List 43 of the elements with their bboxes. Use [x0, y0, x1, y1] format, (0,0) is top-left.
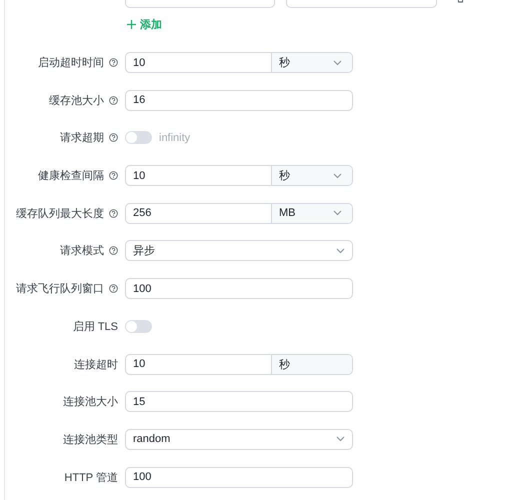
- text-field[interactable]: 100: [125, 466, 353, 488]
- unit-value: MB: [279, 207, 296, 220]
- field-label: 连接池大小: [63, 394, 118, 410]
- toggle-switch[interactable]: [125, 131, 152, 144]
- caret-icon: [336, 436, 345, 442]
- help-icon[interactable]: [109, 58, 118, 67]
- help-icon[interactable]: [109, 246, 118, 256]
- text-field[interactable]: 15: [125, 391, 353, 412]
- select-field[interactable]: random: [125, 428, 353, 450]
- unit-value: 秒: [279, 169, 290, 184]
- plus-icon: [127, 20, 136, 29]
- field-label: 健康检查间隔: [38, 168, 104, 184]
- field-label: 请求飞行队列窗口: [16, 282, 104, 296]
- unit-label: 秒: [272, 354, 352, 374]
- field-label: 启用 TLS: [72, 320, 118, 334]
- text-field[interactable]: 16: [125, 90, 353, 111]
- help-icon[interactable]: [109, 171, 118, 180]
- field-label: 连接超时: [74, 358, 118, 372]
- field-label: 缓存池大小: [49, 94, 104, 108]
- toggle-switch[interactable]: [125, 320, 152, 333]
- unit-value: 秒: [279, 56, 290, 70]
- field-label: 请求超期: [60, 131, 104, 146]
- help-icon[interactable]: [109, 96, 118, 105]
- unit-select[interactable]: MB: [272, 204, 352, 223]
- unit-select[interactable]: 秒: [272, 166, 352, 186]
- field-label: 缓存队列最大长度: [16, 206, 104, 221]
- caret-icon: [333, 60, 342, 66]
- caret-icon: [333, 172, 342, 179]
- switch-hint: infinity: [159, 132, 190, 144]
- help-icon[interactable]: [109, 133, 118, 142]
- caret-icon: [336, 248, 345, 254]
- help-icon[interactable]: [109, 208, 118, 218]
- unit-select[interactable]: 秒: [272, 53, 352, 72]
- select-field[interactable]: 异步: [125, 240, 353, 262]
- help-icon[interactable]: [109, 284, 118, 294]
- select-value: random: [133, 433, 170, 446]
- field-label: 请求模式: [60, 244, 104, 258]
- field-label: 连接池类型: [63, 432, 118, 447]
- text-field[interactable]: 100: [125, 278, 353, 300]
- select-value: 异步: [133, 244, 155, 258]
- caret-icon: [333, 210, 342, 216]
- field-label: 启动超时时间: [38, 56, 104, 70]
- field-label: HTTP 管道: [64, 470, 118, 485]
